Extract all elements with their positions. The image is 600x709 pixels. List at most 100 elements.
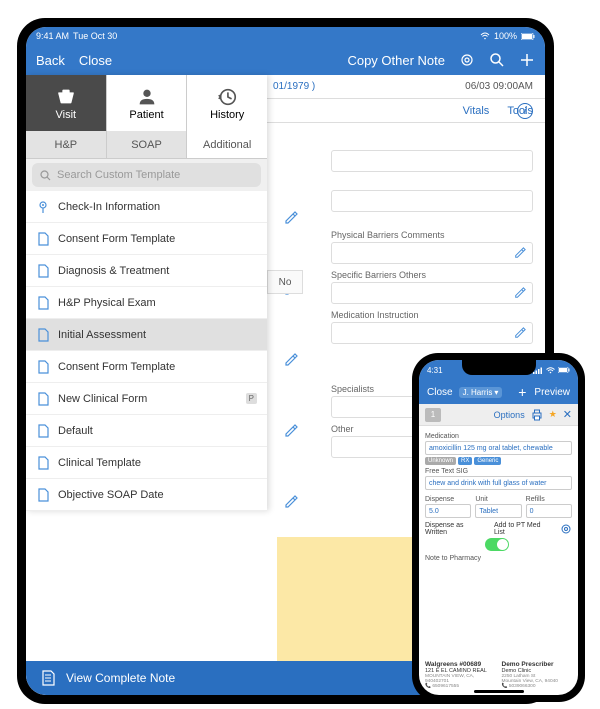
add-pt-label: Add to PT Med List — [494, 522, 550, 536]
dispense-label: Dispense — [425, 496, 471, 503]
field-group: Specific Barriers Others — [331, 270, 533, 304]
template-item[interactable]: Clinical Template — [26, 447, 267, 479]
template-label: Default — [58, 425, 93, 437]
tab-soap[interactable]: SOAP — [107, 131, 188, 158]
rx-count[interactable]: 1 — [425, 408, 441, 422]
no-value-box[interactable]: No — [267, 270, 303, 294]
gear-icon[interactable] — [459, 52, 475, 68]
field-input[interactable] — [331, 242, 533, 264]
battery-pct: 100% — [494, 31, 517, 41]
close-button[interactable]: Close — [79, 53, 112, 68]
battery-icon — [558, 367, 570, 373]
template-item[interactable]: New Clinical Form P — [26, 383, 267, 415]
star-icon[interactable]: ★ — [549, 409, 557, 420]
template-label: Consent Form Template — [58, 361, 175, 373]
patient-pill[interactable]: J. Harris▾ — [459, 387, 503, 398]
notch — [462, 360, 536, 375]
edit-icon[interactable] — [278, 418, 304, 444]
template-item[interactable]: H&P Physical Exam — [26, 287, 267, 319]
tab-history[interactable]: History — [187, 75, 267, 131]
status-time: 4:31 — [427, 366, 443, 375]
copy-other-note-button[interactable]: Copy Other Note — [347, 53, 445, 68]
field-input[interactable] — [331, 150, 533, 172]
refills-input[interactable]: 0 — [526, 504, 572, 518]
search-icon[interactable] — [489, 52, 505, 68]
tab-visit[interactable]: Visit — [26, 75, 107, 131]
unit-input[interactable]: Tablet — [475, 504, 521, 518]
prescriber-block[interactable]: Demo Prescriber Demo Clinic 2250 Latham … — [502, 661, 573, 689]
refills-label: Refills — [526, 496, 572, 503]
plus-icon[interactable] — [519, 52, 535, 68]
search-input[interactable]: Search Custom Template — [32, 163, 261, 187]
search-row: Search Custom Template — [26, 159, 267, 191]
edit-icon[interactable] — [278, 347, 304, 373]
template-item[interactable]: Default — [26, 415, 267, 447]
dispense-written-label: Dispense as Written — [425, 522, 484, 536]
template-item[interactable]: Diagnosis & Treatment — [26, 255, 267, 287]
template-side-panel: Visit Patient History H&P SOAP Additiona… — [26, 75, 267, 511]
tag-rx[interactable]: RX — [458, 457, 472, 465]
template-item[interactable]: Objective SOAP Date — [26, 479, 267, 511]
iphone-device-frame: 4:31 Close J. Harris▾ + Preview 1 Option… — [412, 353, 585, 702]
field-input[interactable] — [331, 190, 533, 212]
tab-hp[interactable]: H&P — [26, 131, 107, 158]
gear-icon[interactable] — [560, 523, 572, 535]
options-button[interactable]: Options — [494, 410, 525, 420]
template-label: Clinical Template — [58, 457, 141, 469]
field-label: Medication Instruction — [331, 310, 533, 320]
template-label: Consent Form Template — [58, 233, 175, 245]
note-datetime: 06/03 09:00AM — [465, 81, 533, 92]
edit-icon[interactable] — [278, 205, 304, 231]
sig-label: Free Text SIG — [425, 468, 572, 475]
template-item[interactable]: Consent Form Template — [26, 223, 267, 255]
field-input[interactable] — [331, 322, 533, 344]
template-item[interactable]: Initial Assessment — [26, 319, 267, 351]
template-label: Objective SOAP Date — [58, 489, 164, 501]
tag-generic[interactable]: Generic — [474, 457, 501, 465]
secondary-tabs: H&P SOAP Additional — [26, 131, 267, 159]
close-button[interactable]: Close — [427, 387, 453, 398]
unit-label: Unit — [475, 496, 521, 503]
print-icon[interactable] — [531, 409, 543, 421]
primary-tabs: Visit Patient History — [26, 75, 267, 131]
template-label: Initial Assessment — [58, 329, 146, 341]
search-placeholder: Search Custom Template — [57, 169, 180, 181]
add-pt-toggle[interactable] — [485, 538, 509, 551]
close-icon[interactable]: ✕ — [563, 408, 572, 421]
template-item[interactable]: Check-In Information — [26, 191, 267, 223]
tab-additional[interactable]: Additional — [187, 131, 267, 158]
field-label: Physical Barriers Comments — [331, 230, 533, 240]
tag-unknown[interactable]: Unknown — [425, 457, 456, 465]
plus-button[interactable]: + — [518, 384, 526, 400]
vitals-link[interactable]: Vitals — [463, 105, 490, 117]
iphone-toolbar: 1 Options ★ ✕ — [419, 404, 578, 426]
field-input[interactable] — [331, 282, 533, 304]
ipad-top-nav: Back Close Copy Other Note — [26, 45, 545, 75]
preview-button[interactable]: Preview — [534, 387, 570, 398]
med-tags: Unknown RX Generic — [425, 457, 572, 465]
dispense-input[interactable]: 5.0 — [425, 504, 471, 518]
sig-input[interactable]: chew and drink with full glass of water — [425, 476, 572, 490]
tab-patient[interactable]: Patient — [107, 75, 188, 131]
edit-icon[interactable] — [514, 247, 526, 259]
info-icon[interactable]: i — [517, 103, 533, 119]
ipad-status-bar: 9:41 AM Tue Oct 30 100% — [26, 27, 545, 45]
field-group: Physical Barriers Comments — [331, 230, 533, 264]
template-item[interactable]: Consent Form Template — [26, 351, 267, 383]
template-label: New Clinical Form — [58, 393, 147, 405]
battery-icon — [521, 33, 535, 40]
template-badge: P — [246, 393, 257, 404]
status-date: Tue Oct 30 — [73, 31, 117, 41]
template-list: Check-In Information Consent Form Templat… — [26, 191, 267, 511]
home-indicator — [474, 690, 524, 693]
edit-icon[interactable] — [278, 489, 304, 515]
pharmacy-block[interactable]: Walgreens #00689 121 E EL CAMINO REAL MO… — [425, 661, 496, 689]
medication-input[interactable]: amoxicillin 125 mg oral tablet, chewable — [425, 441, 572, 455]
medication-label: Medication — [425, 433, 572, 440]
back-button[interactable]: Back — [36, 53, 65, 68]
left-edit-column — [278, 205, 304, 515]
edit-icon[interactable] — [514, 327, 526, 339]
status-time: 9:41 AM — [36, 31, 69, 41]
field-group: Medication Instruction — [331, 310, 533, 344]
edit-icon[interactable] — [514, 287, 526, 299]
